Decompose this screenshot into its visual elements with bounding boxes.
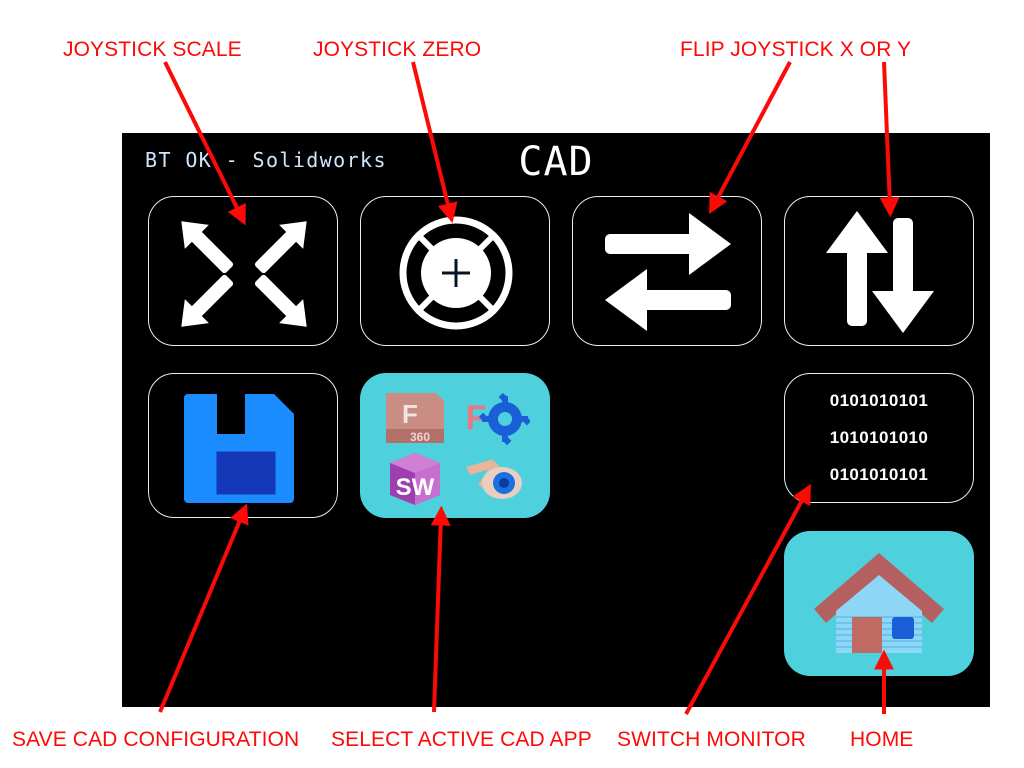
joystick-scale-button[interactable] — [148, 196, 338, 346]
joystick-zero-button[interactable] — [360, 196, 550, 346]
switch-monitor-button[interactable]: 0101010101 1010101010 0101010101 — [784, 373, 974, 503]
cad-app-freecad[interactable]: F — [456, 389, 534, 447]
binary-row: 1010101010 — [829, 427, 929, 447]
svg-text:SW: SW — [396, 474, 435, 501]
four-diagonal-arrows-icon — [149, 197, 337, 347]
binary-row: 0101010101 — [829, 464, 929, 484]
svg-text:F: F — [402, 399, 418, 429]
callout-label-switch-monitor: SWITCH MONITOR — [617, 728, 806, 751]
vertical-swap-arrows-icon — [785, 197, 973, 347]
cad-app-solidworks[interactable]: SW — [376, 449, 454, 507]
flip-joystick-x-button[interactable] — [572, 196, 762, 346]
callout-label-home: HOME — [850, 728, 914, 751]
callout-label-joystick-scale: JOYSTICK SCALE — [63, 38, 242, 61]
select-active-cad-app-button[interactable]: F 360 F SW — [360, 373, 550, 518]
save-cad-configuration-button[interactable] — [148, 373, 338, 518]
cad-app-blender[interactable] — [456, 449, 534, 507]
svg-text:360: 360 — [410, 430, 430, 444]
callout-label-select-active-cad-app: SELECT ACTIVE CAD APP — [331, 728, 592, 751]
home-button[interactable] — [784, 531, 974, 676]
crosshair-target-icon — [361, 197, 549, 347]
binary-row: 0101010101 — [829, 391, 929, 411]
cad-apps-icon: F 360 F SW — [360, 373, 550, 518]
page-title: CAD — [518, 139, 594, 185]
callout-label-save-cad-configuration: SAVE CAD CONFIGURATION — [12, 728, 300, 751]
device-screen: BT OK - Solidworks CAD F 360 F SW 010101… — [122, 133, 990, 707]
horizontal-swap-arrows-icon — [573, 197, 761, 347]
flip-joystick-y-button[interactable] — [784, 196, 974, 346]
callout-label-flip-joystick-x-or-y: FLIP JOYSTICK X OR Y — [680, 38, 912, 61]
cad-app-fusion360[interactable]: F 360 — [376, 389, 454, 447]
callout-label-joystick-zero: JOYSTICK ZERO — [313, 38, 482, 61]
floppy-disk-icon — [149, 374, 337, 519]
house-icon — [784, 531, 974, 676]
